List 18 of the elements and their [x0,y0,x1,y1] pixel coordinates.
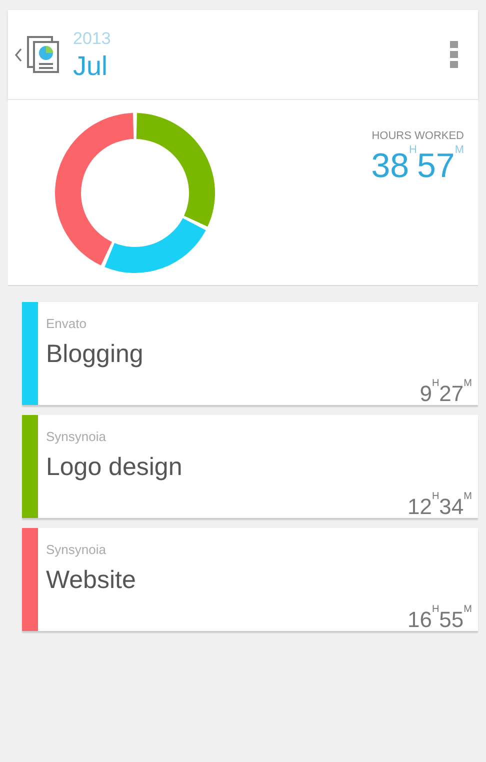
report-icon[interactable] [27,36,61,74]
project-card[interactable]: Synsynoia Logo design 12$^{H}$34$^{M}$ [22,415,478,518]
project-name: Logo design [46,452,182,482]
project-hours: 9$^{H}$27$^{M}$ [420,377,472,408]
client-name: Envato [46,315,86,333]
project-hours: 16$^{H}$55$^{M}$ [407,603,472,634]
month-title: Jul [73,52,109,80]
client-name: Synsynoia [46,428,106,446]
project-card[interactable]: Envato Blogging 9$^{H}$27$^{M}$ [22,302,478,405]
project-name: Blogging [46,338,144,370]
client-name: Synsynoia [46,541,106,559]
year-label: 2013 [73,30,111,46]
project-card[interactable]: Synsynoia Website 16$^{H}$55$^{M}$ [22,528,478,631]
hours-worked-label: HOURS WORKED [372,129,464,144]
menu-icon[interactable] [450,40,458,68]
project-name: Website [46,564,136,596]
back-icon[interactable] [14,46,22,62]
project-hours: 12$^{H}$34$^{M}$ [407,490,472,521]
